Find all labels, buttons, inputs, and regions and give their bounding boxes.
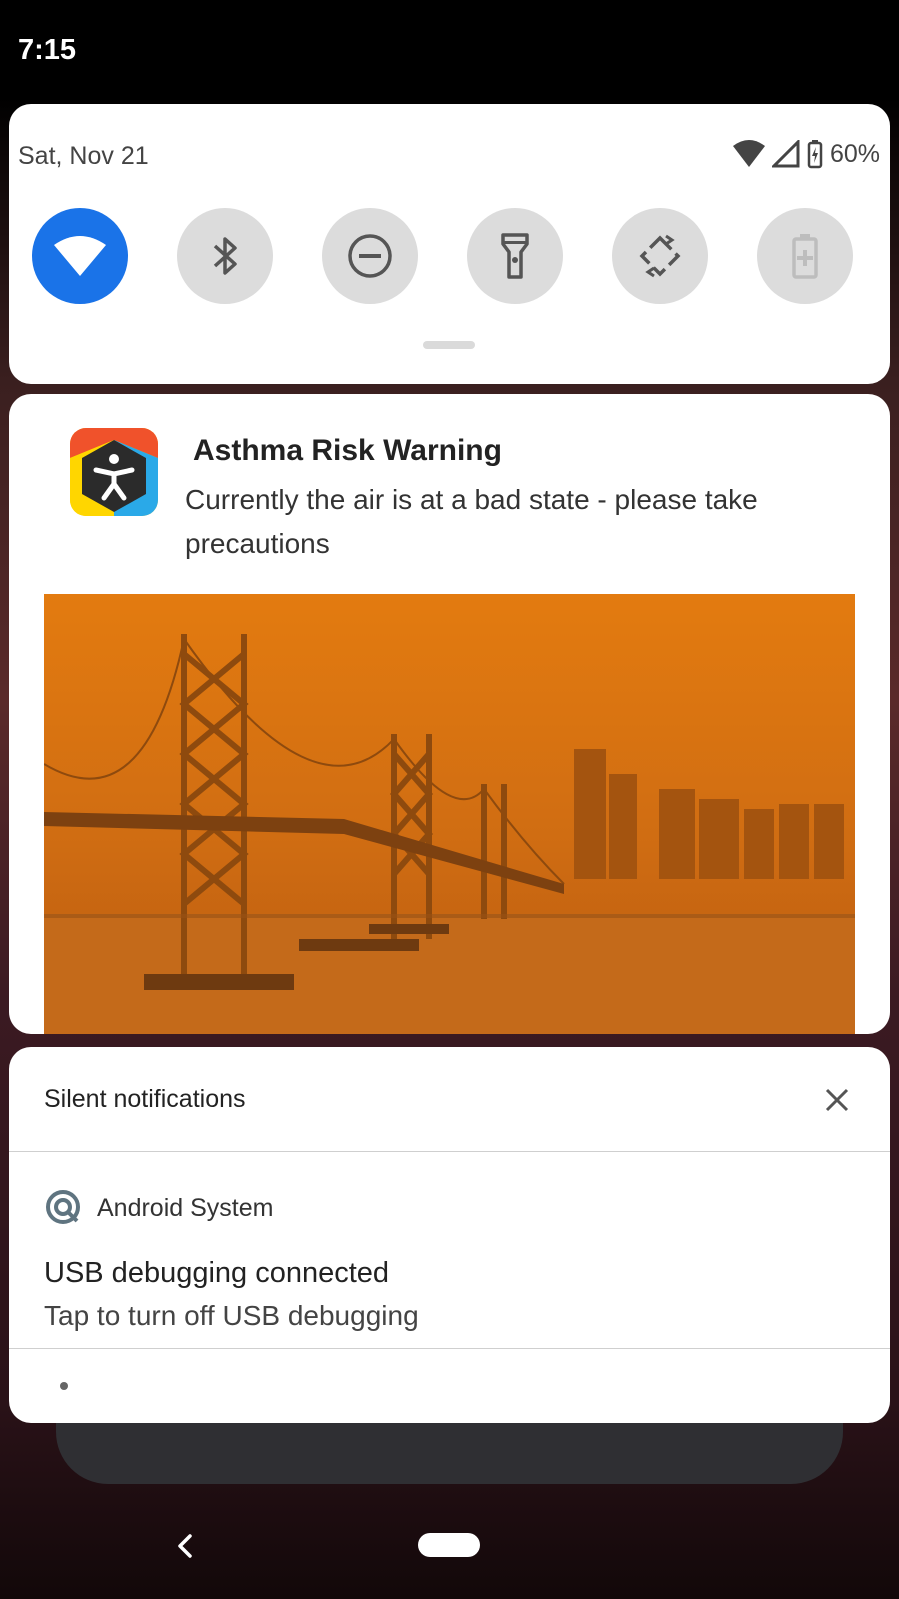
quick-settings-panel: Sat, Nov 21 60% [9, 104, 890, 384]
dnd-tile[interactable] [322, 208, 418, 304]
home-pill-button[interactable] [418, 1533, 480, 1557]
do-not-disturb-icon [348, 234, 392, 278]
qs-tiles [32, 208, 877, 305]
notification-title: Asthma Risk Warning [193, 434, 502, 467]
wifi-signal-icon [732, 140, 765, 167]
bluetooth-tile[interactable] [177, 208, 273, 304]
wifi-icon [54, 236, 106, 276]
back-icon[interactable] [170, 1528, 200, 1564]
status-bar: 7:15 [0, 0, 899, 100]
overflow-dot [60, 1382, 68, 1390]
wifi-tile[interactable] [32, 208, 128, 304]
silent-header: Silent notifications [44, 1085, 246, 1113]
orange-haze-bridge-image [44, 594, 855, 1034]
flashlight-icon [501, 233, 529, 279]
status-time: 7:15 [18, 34, 77, 66]
usb-title: USB debugging connected [44, 1257, 390, 1289]
qs-date: Sat, Nov 21 [18, 142, 149, 170]
android-system-icon [46, 1190, 80, 1224]
auto-rotate-tile[interactable] [612, 208, 708, 304]
auto-rotate-icon [639, 234, 681, 278]
silent-notifications-card: Silent notifications Android System USB … [9, 1047, 890, 1423]
close-icon[interactable] [820, 1083, 854, 1117]
flashlight-tile[interactable] [467, 208, 563, 304]
android-system-label: Android System [97, 1194, 274, 1222]
battery-icon [807, 140, 823, 169]
usb-body: Tap to turn off USB debugging [44, 1300, 419, 1331]
qs-status-icons: 60% [732, 138, 880, 170]
cell-signal-icon [771, 140, 800, 168]
divider [9, 1348, 890, 1349]
battery-percent: 60% [829, 139, 880, 168]
battery-saver-tile[interactable] [757, 208, 853, 304]
asthma-notification[interactable]: Asthma Risk Warning Currently the air is… [9, 394, 890, 1034]
battery-saver-icon [792, 234, 818, 279]
qs-expand-handle[interactable] [423, 341, 475, 349]
notification-body: Currently the air is at a bad state - pl… [185, 484, 758, 559]
bluetooth-icon [213, 237, 237, 275]
app-icon [70, 428, 158, 516]
divider [9, 1151, 890, 1152]
